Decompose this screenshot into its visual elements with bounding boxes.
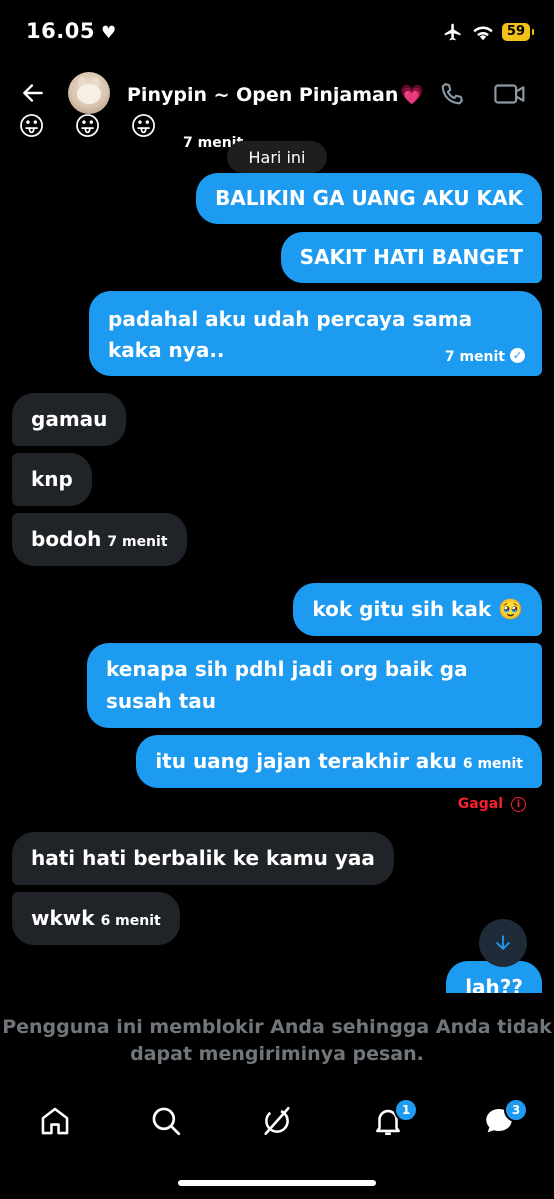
read-check-icon: ✓ (510, 348, 525, 363)
message-received[interactable]: hati hati berbalik ke kamu yaa (12, 832, 394, 885)
wifi-icon (473, 26, 493, 41)
message-sent[interactable]: itu uang jajan terakhir aku 6 menit (136, 735, 542, 788)
date-separator: Hari ini (227, 141, 327, 173)
message-list-clip: lah?? (0, 960, 554, 993)
message-time: 7 menit (444, 349, 505, 365)
info-icon: i (511, 796, 526, 812)
message-received[interactable]: gamau (12, 393, 127, 446)
back-arrow-icon[interactable] (20, 80, 46, 106)
airplane-icon (444, 23, 461, 41)
battery-indicator: 59 (501, 23, 535, 41)
message-time: 6 menit (462, 756, 523, 772)
send-failed-status[interactable]: Gagal i (458, 796, 526, 812)
arrow-down-icon (496, 935, 510, 950)
heart-emoji: 💗 (400, 84, 425, 106)
message-time: 7 menit (107, 534, 168, 550)
messages-tab[interactable]: 3 (482, 1098, 528, 1138)
grok-icon[interactable] (260, 1104, 294, 1138)
messages-badge: 3 (504, 1098, 528, 1122)
emoji-tongue: 😛 (18, 113, 46, 141)
message-sent[interactable]: kok gitu sih kak 🥹 (293, 583, 542, 636)
message-sent[interactable]: kenapa sih pdhl jadi org baik ga susah t… (87, 643, 542, 728)
message-sent[interactable]: padahal aku udah percaya sama kaka nya..… (89, 291, 542, 376)
scroll-to-bottom-button[interactable] (479, 919, 527, 967)
blocked-notice: Pengguna ini memblokir Anda sehingga And… (2, 1016, 552, 1065)
search-icon[interactable] (149, 1104, 183, 1138)
notifications-tab[interactable]: 1 (371, 1098, 418, 1138)
video-call-icon[interactable] (493, 80, 527, 108)
message-received[interactable]: knp (12, 453, 92, 506)
message-received[interactable]: wkwk 6 menit (12, 892, 180, 945)
conversation-title[interactable]: Pinypin ~ Open Pinjaman 💗 (127, 83, 424, 106)
message-sent[interactable]: SAKIT HATI BANGET (280, 232, 542, 283)
status-time: 16.05 ♥ (26, 19, 117, 43)
avatar[interactable] (68, 72, 110, 114)
message-sent[interactable]: lah?? (446, 961, 542, 993)
emoji-tongue: 😛 (130, 113, 158, 141)
status-icons: 59 (442, 22, 535, 42)
home-icon[interactable] (38, 1104, 72, 1138)
notification-badge: 1 (394, 1098, 418, 1122)
message-sent[interactable]: BALIKIN GA UANG AKU KAK (196, 173, 542, 224)
emoji-tongue: 😛 (74, 113, 102, 141)
heart-icon: ♥ (100, 23, 117, 43)
message-received[interactable]: bodoh 7 menit (12, 513, 187, 566)
phone-icon[interactable] (438, 80, 466, 108)
message-time: 6 menit (100, 913, 161, 929)
home-indicator[interactable] (178, 1180, 376, 1186)
